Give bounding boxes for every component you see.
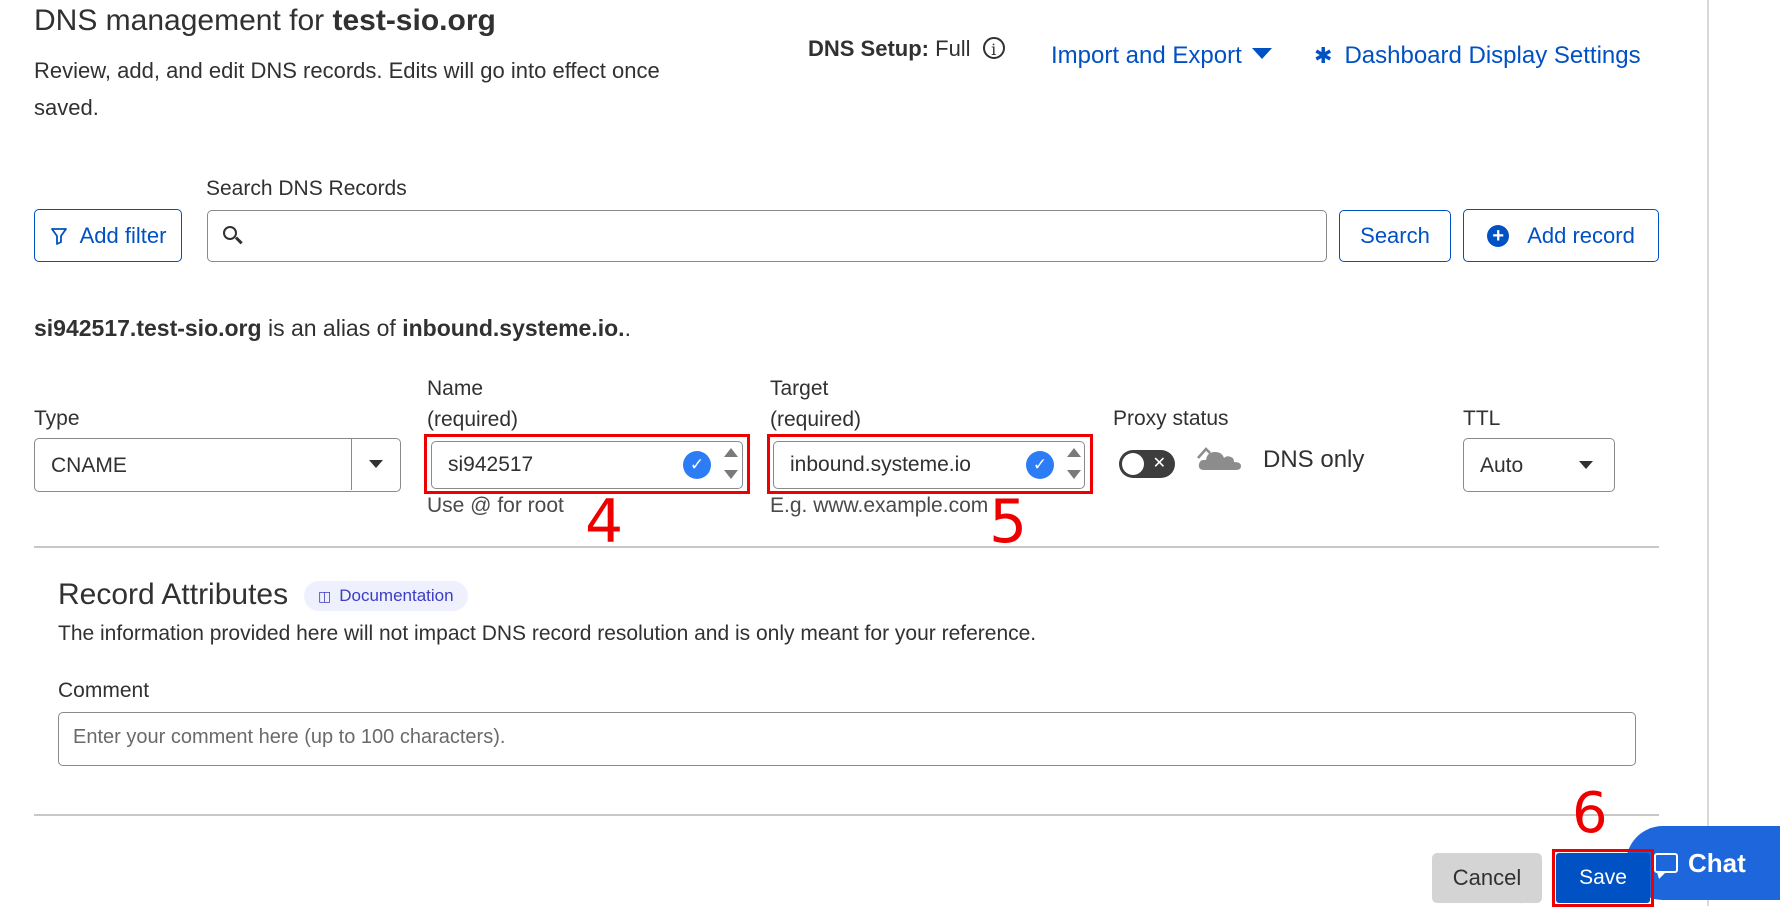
close-icon: ✕: [1152, 455, 1166, 472]
chat-label: Chat: [1688, 847, 1746, 878]
type-select-value: CNAME: [51, 454, 127, 477]
add-filter-button[interactable]: Add filter: [34, 209, 182, 262]
add-record-button[interactable]: + Add record: [1463, 209, 1659, 262]
cancel-button[interactable]: Cancel: [1432, 853, 1542, 903]
comment-label: Comment: [58, 679, 150, 702]
search-dns-records-field[interactable]: [207, 210, 1327, 262]
divider: [34, 814, 1659, 816]
panel-right-border: [1707, 0, 1709, 906]
valid-check-icon: ✓: [1026, 451, 1054, 479]
add-record-label: Add record: [1527, 222, 1635, 248]
search-icon: [223, 226, 237, 240]
add-filter-label: Add filter: [79, 222, 167, 248]
alias-summary: si942517.test-sio.org is an alias of inb…: [34, 315, 631, 341]
proxy-status-value: DNS only: [1263, 446, 1365, 473]
type-label: Type: [34, 407, 80, 430]
name-hint: Use @ for root: [427, 494, 564, 517]
name-input[interactable]: [446, 452, 670, 478]
type-select-divider: [350, 439, 352, 490]
name-label: Name (required): [427, 377, 519, 431]
type-select[interactable]: CNAME: [34, 438, 401, 492]
ttl-select-value: Auto: [1480, 454, 1524, 477]
target-input[interactable]: [788, 452, 1012, 478]
divider: [34, 546, 1659, 548]
target-hint: E.g. www.example.com: [770, 494, 989, 517]
proxy-toggle[interactable]: ✕: [1119, 450, 1175, 478]
toggle-knob: [1122, 453, 1144, 475]
annotation-step-5: 5: [989, 487, 1028, 557]
search-input[interactable]: [256, 213, 1320, 259]
chat-icon: [1654, 853, 1678, 879]
import-export-label: Import and Export: [1051, 42, 1242, 69]
cloud-icon: [1197, 447, 1241, 470]
target-field[interactable]: ✓: [773, 441, 1085, 489]
page-description: Review, add, and edit DNS records. Edits…: [34, 58, 660, 120]
target-label: Target (required): [770, 377, 862, 431]
alias-target: inbound.systeme.io.: [402, 315, 625, 341]
info-icon[interactable]: i: [982, 37, 1005, 59]
alias-host: si942517.test-sio.org: [34, 315, 262, 341]
dashboard-settings-label: Dashboard Display Settings: [1344, 42, 1641, 69]
valid-check-icon: ✓: [683, 451, 711, 479]
comment-input[interactable]: [71, 725, 1615, 750]
gear-icon: ✱: [1314, 43, 1333, 68]
dashboard-display-settings-link[interactable]: ✱ Dashboard Display Settings: [1314, 42, 1641, 70]
book-icon: ◫: [318, 588, 332, 604]
spinner-up-icon[interactable]: [1067, 448, 1081, 457]
plus-circle-icon: +: [1487, 224, 1510, 247]
search-label: Search DNS Records: [206, 177, 407, 200]
search-button[interactable]: Search: [1339, 210, 1451, 262]
record-attributes-title: Record Attributes: [58, 578, 289, 611]
dns-setup-label: DNS Setup:: [808, 36, 929, 61]
proxy-status-label: Proxy status: [1113, 407, 1229, 430]
ttl-label: TTL: [1463, 407, 1501, 430]
documentation-link[interactable]: ◫ Documentation: [304, 581, 468, 611]
name-field[interactable]: ✓: [431, 441, 743, 489]
filter-icon: [50, 227, 67, 245]
annotation-step-6: 6: [1572, 781, 1608, 846]
spinner-down-icon[interactable]: [1067, 470, 1081, 479]
caret-down-icon: [1251, 48, 1272, 59]
dns-setup-status: DNS Setup: Full i: [808, 36, 1005, 62]
annotation-step-4: 4: [585, 487, 624, 557]
record-attributes-description: The information provided here will not i…: [58, 622, 1037, 645]
dns-setup-value: Full: [935, 36, 971, 61]
chevron-down-icon: [1579, 461, 1593, 469]
chevron-down-icon: [369, 460, 383, 468]
spinner-down-icon[interactable]: [724, 470, 738, 479]
page-title: DNS management for test-sio.org: [34, 4, 496, 37]
import-export-dropdown[interactable]: Import and Export: [1051, 42, 1272, 70]
comment-field[interactable]: [58, 712, 1636, 766]
spinner-up-icon[interactable]: [724, 448, 738, 457]
save-button[interactable]: Save: [1556, 853, 1650, 903]
ttl-select[interactable]: Auto: [1463, 438, 1615, 492]
